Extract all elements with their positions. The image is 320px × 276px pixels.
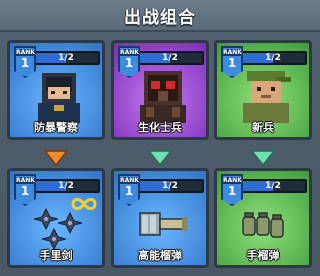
combination-panel: 出战组合 1/2 RANK 1 防暴警察 1/2 RANK 1 生化士兵 1/2… xyxy=(0,0,320,276)
down-arrow-icon xyxy=(148,150,172,166)
hero-name: 生化士兵 xyxy=(138,121,182,134)
biochem-soldier-portrait-icon xyxy=(140,71,186,123)
progress-text: 1/2 xyxy=(265,181,281,191)
progress-text: 1/2 xyxy=(162,53,178,63)
weapon-card-shuriken[interactable]: 1/2 RANK 1 手里剑 xyxy=(7,168,105,268)
weapon-name: 高能榴弹 xyxy=(138,249,182,262)
progress-text: 1/2 xyxy=(265,53,281,63)
down-arrow-icon xyxy=(251,150,275,166)
hand-grenade-icon xyxy=(242,212,284,238)
grenade-launcher-icon xyxy=(139,212,188,236)
down-arrow-icon xyxy=(44,150,68,166)
shuriken-icon xyxy=(33,207,83,251)
progress-bar: 1/2 xyxy=(239,179,307,193)
weapon-name: 手榴弹 xyxy=(246,249,280,262)
rank-label: RANK xyxy=(120,49,139,56)
progress-text: 1/2 xyxy=(58,181,74,191)
progress-bar: 1/2 xyxy=(136,51,204,65)
riot-police-portrait-icon xyxy=(38,73,80,123)
rank-label: RANK xyxy=(223,177,242,184)
progress-bar: 1/2 xyxy=(32,179,100,193)
recruit-portrait-icon xyxy=(243,71,291,123)
hero-card-biochem-soldier[interactable]: 1/2 RANK 1 生化士兵 xyxy=(111,40,209,140)
progress-text: 1/2 xyxy=(58,53,74,63)
rank-label: RANK xyxy=(120,177,139,184)
weapon-card-hand-grenade[interactable]: 1/2 RANK 1 手榴弹 xyxy=(214,168,312,268)
page-title: 出战组合 xyxy=(124,7,196,28)
progress-text: 1/2 xyxy=(162,181,178,191)
rank-label: RANK xyxy=(16,177,35,184)
hero-card-riot-police[interactable]: 1/2 RANK 1 防暴警察 xyxy=(7,40,105,140)
progress-bar: 1/2 xyxy=(239,51,307,65)
title-bar: 出战组合 xyxy=(0,0,320,32)
rank-label: RANK xyxy=(16,49,35,56)
hero-name: 防暴警察 xyxy=(34,121,78,134)
rank-label: RANK xyxy=(223,49,242,56)
hero-card-recruit[interactable]: 1/2 RANK 1 新兵 xyxy=(214,40,312,140)
weapon-name: 手里剑 xyxy=(39,249,73,262)
progress-bar: 1/2 xyxy=(32,51,100,65)
progress-bar: 1/2 xyxy=(136,179,204,193)
weapon-card-high-energy-grenade[interactable]: 1/2 RANK 1 高能榴弹 xyxy=(111,168,209,268)
hero-name: 新兵 xyxy=(252,121,274,134)
